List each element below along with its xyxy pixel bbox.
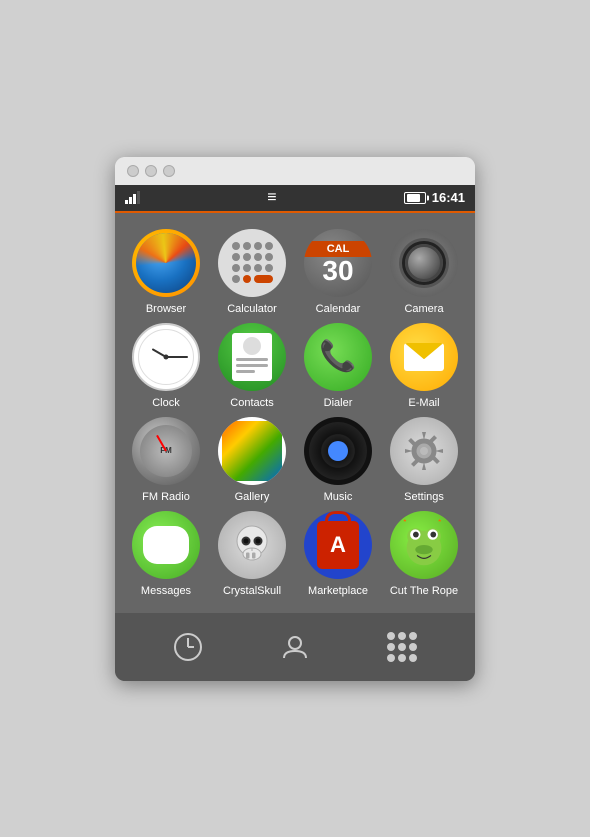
- app-item-marketplace[interactable]: A Marketplace: [299, 511, 377, 597]
- marketplace-label: Marketplace: [308, 585, 368, 597]
- app-item-messages[interactable]: Messages: [127, 511, 205, 597]
- market-bag: A: [317, 521, 359, 569]
- status-left: [125, 191, 140, 204]
- radio-icon: FM: [132, 417, 200, 485]
- messages-icon: [132, 511, 200, 579]
- calendar-label: Calendar: [316, 303, 361, 315]
- traffic-light-close[interactable]: [127, 165, 139, 177]
- radio-label: FM Radio: [142, 491, 190, 503]
- vinyl-record: [309, 422, 367, 480]
- phone-symbol: 📞: [319, 339, 356, 374]
- app-item-gallery[interactable]: Gallery: [213, 417, 291, 503]
- signal-icon: [125, 191, 140, 204]
- app-item-settings[interactable]: Settings: [385, 417, 463, 503]
- calculator-icon: [218, 229, 286, 297]
- gallery-icon: [218, 417, 286, 485]
- skull-label: CrystalSkull: [223, 585, 281, 597]
- app-item-skull[interactable]: CrystalSkull: [213, 511, 291, 597]
- app-item-browser[interactable]: Browser: [127, 229, 205, 315]
- camera-icon: [390, 229, 458, 297]
- dock-dots-grid: [387, 632, 417, 662]
- browser-icon: [132, 229, 200, 297]
- app-item-rope[interactable]: Cut The Rope: [385, 511, 463, 597]
- email-envelope: [404, 343, 444, 371]
- contacts-book: [232, 333, 272, 381]
- status-bar: ≡ 16:41: [115, 185, 475, 213]
- speech-bubble: [143, 526, 189, 564]
- clock-label: Clock: [152, 397, 180, 409]
- app-item-camera[interactable]: Camera: [385, 229, 463, 315]
- frog-svg: [395, 516, 453, 574]
- email-icon: [390, 323, 458, 391]
- status-right: 16:41: [404, 190, 465, 205]
- status-time: 16:41: [432, 190, 465, 205]
- marketplace-icon: A: [304, 511, 372, 579]
- app-item-radio[interactable]: FM FM Radio: [127, 417, 205, 503]
- gear-svg: [398, 425, 450, 477]
- gallery-label: Gallery: [235, 491, 270, 503]
- app-item-calculator[interactable]: Calculator: [213, 229, 291, 315]
- app-item-dialer[interactable]: 📞 Dialer: [299, 323, 377, 409]
- email-label: E-Mail: [408, 397, 439, 409]
- calendar-date: 30: [322, 257, 353, 285]
- vinyl-label: [328, 441, 348, 461]
- market-a: A: [330, 532, 346, 558]
- dock-contacts[interactable]: [265, 623, 325, 671]
- dock-contacts-icon: [277, 629, 313, 665]
- traffic-light-min[interactable]: [145, 165, 157, 177]
- app-item-clock[interactable]: Clock: [127, 323, 205, 409]
- app-item-email[interactable]: E-Mail: [385, 323, 463, 409]
- skull-icon: [218, 511, 286, 579]
- menu-icon[interactable]: ≡: [267, 189, 276, 207]
- dock-recent-icon: [170, 629, 206, 665]
- app-grid: Browser Calculator CAL 30: [115, 213, 475, 613]
- messages-label: Messages: [141, 585, 191, 597]
- clock-icon: [132, 323, 200, 391]
- dock-apps[interactable]: [372, 623, 432, 671]
- dock-bar: [115, 613, 475, 681]
- calculator-label: Calculator: [227, 303, 277, 315]
- contacts-label: Contacts: [230, 397, 273, 409]
- app-item-contacts[interactable]: Contacts: [213, 323, 291, 409]
- music-label: Music: [324, 491, 353, 503]
- rope-icon: [390, 511, 458, 579]
- dialer-icon: 📞: [304, 323, 372, 391]
- skull-svg: [227, 520, 277, 570]
- rope-label: Cut The Rope: [390, 585, 458, 597]
- dialer-label: Dialer: [324, 397, 353, 409]
- settings-icon: [390, 417, 458, 485]
- radio-gauge: FM: [140, 425, 192, 477]
- clock-center-dot: [164, 354, 169, 359]
- calendar-icon: CAL 30: [304, 229, 372, 297]
- app-item-calendar[interactable]: CAL 30 Calendar: [299, 229, 377, 315]
- window-frame: ≡ 16:41 Browser: [115, 157, 475, 681]
- camera-label: Camera: [404, 303, 443, 315]
- phone-body: ≡ 16:41 Browser: [115, 185, 475, 681]
- music-icon: [304, 417, 372, 485]
- clock-face: [138, 329, 194, 385]
- title-bar: [115, 157, 475, 185]
- app-item-music[interactable]: Music: [299, 417, 377, 503]
- browser-label: Browser: [146, 303, 186, 315]
- camera-lens: [405, 244, 443, 282]
- clock-minute-hand: [166, 356, 188, 358]
- dock-recent[interactable]: [158, 623, 218, 671]
- battery-icon: [404, 192, 426, 204]
- gallery-thumbnail: [222, 421, 282, 481]
- dock-apps-icon: [384, 629, 420, 665]
- traffic-light-max[interactable]: [163, 165, 175, 177]
- contacts-icon: [218, 323, 286, 391]
- email-flap: [404, 343, 444, 360]
- settings-label: Settings: [404, 491, 444, 503]
- calc-dots: [232, 242, 273, 283]
